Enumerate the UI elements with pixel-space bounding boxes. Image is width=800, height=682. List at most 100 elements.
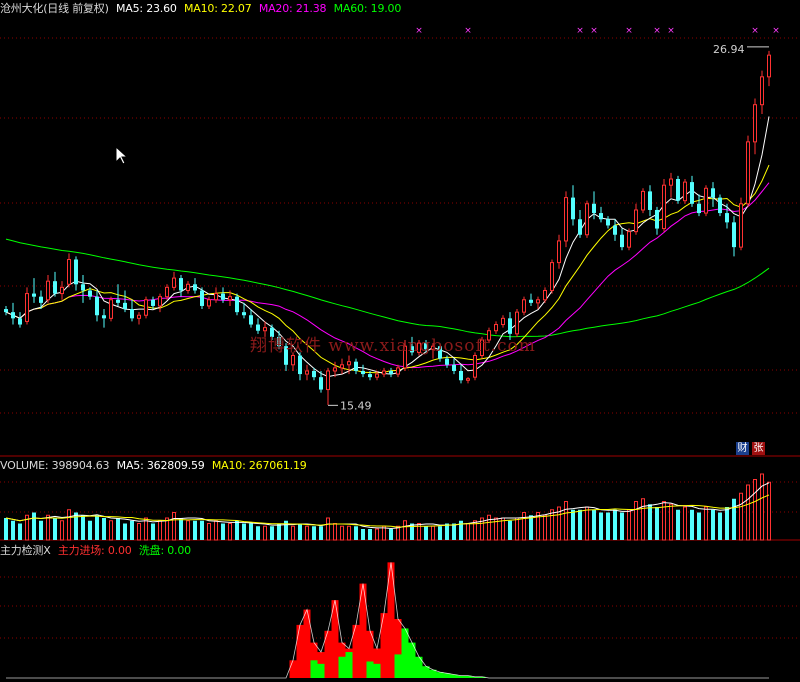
candle-up [158,296,162,307]
volume-bar-down [648,504,652,540]
main-entry-bar [289,660,297,678]
stock-title: 沧州大化(日线 前复权) [0,2,109,15]
candle-up [746,141,750,205]
volume-bar-up [214,520,218,541]
candle-down [81,284,85,291]
candle-down [571,197,575,220]
candle-down [361,370,365,375]
volume-bar-up [683,506,687,541]
volume-bar-down [592,509,596,540]
wash-bar [366,661,374,678]
candle-down [130,309,134,319]
volume-ma10-value: MA10: 267061.19 [211,459,307,472]
volume-bar-up [326,517,330,541]
volume-bar-down [11,520,15,540]
volume-bar-up [466,523,470,541]
candle-down [445,358,449,365]
top-marker: × [751,26,759,36]
candle-up [536,299,540,304]
candle-down [242,312,246,316]
candle-up [473,354,477,378]
volume-ma5-line [5,482,770,530]
candle-up [326,370,330,391]
volume-bar-down [438,526,442,540]
volume-bar-down [711,509,715,540]
volume-bar-down [18,523,22,540]
volume-bar-up [431,525,435,541]
candle-up [704,187,708,214]
volume-bar-down [732,498,736,540]
candle-up [739,203,743,248]
volume-ma10-line [5,494,770,528]
candle-up [550,262,554,291]
volume-bar-down [221,523,225,540]
top-marker: × [667,26,675,36]
volume-bar-down [319,526,323,540]
volume-bar-down [151,523,155,540]
candle-down [18,318,22,325]
volume-bar-down [39,520,43,540]
candle-down [256,324,260,331]
volume-bar-down [354,526,358,540]
volume-bar-down [508,520,512,540]
candle-down [235,296,239,313]
volume-bar-down [718,512,722,540]
volume-bar-up [403,520,407,541]
finance-badge[interactable]: 财 [736,442,749,455]
candle-up [669,178,673,186]
volume-bar-up [109,520,113,541]
volume-bar-down [529,515,533,540]
candle-down [312,370,316,378]
candle-up [662,184,666,230]
volume-bar-up [67,509,71,541]
candle-down [298,355,302,375]
candle-down [151,299,155,306]
volume-value: VOLUME: 398904.63 [0,459,110,472]
candle-up [382,370,386,375]
candle-up [396,367,400,375]
volume-bar-down [200,520,204,540]
volume-bar-up [746,484,750,541]
volume-bar-up [767,481,771,541]
volume-bar-down [102,518,106,540]
volume-bar-down [312,526,316,540]
volume-bar-up [207,523,211,541]
volume-bar-up [669,503,673,541]
volume-bar-up [46,514,50,541]
candle-down [53,281,57,294]
candle-down [578,219,582,235]
top-marker: × [464,26,472,36]
volume-bar-down [571,509,575,540]
candle-down [529,299,533,303]
volume-bar-up [627,509,631,541]
candle-down [193,284,197,291]
wash-bar [373,663,381,678]
candle-down [11,312,15,319]
candle-down [221,293,225,300]
volume-bar-up [739,492,743,541]
candle-down [620,234,624,248]
candle-down [718,197,722,214]
price-header: 沧州大化(日线 前复权) MA5: 23.60 MA10: 22.07 MA20… [0,0,405,16]
ma5-value: MA5: 23.60 [115,2,177,15]
candle-down [655,209,659,229]
volume-bar-up [137,523,141,541]
candle-up [375,373,379,378]
volume-bar-down [81,515,85,540]
volume-bar-down [235,520,239,540]
volume-bar-down [242,523,246,540]
volume-ma5-value: MA5: 362809.59 [116,459,205,472]
volume-bar-up [340,525,344,541]
candle-up [347,361,351,366]
candle-down [123,302,127,310]
candle-down [606,219,610,226]
volume-bar-up [291,525,295,541]
candle-up [466,378,470,381]
volume-bar-down [389,529,393,540]
candle-up [627,231,631,248]
volume-bar-down [123,523,127,540]
volume-bar-down [270,526,274,540]
candle-down [200,290,204,306]
rise-badge[interactable]: 张 [752,442,765,455]
candle-up [522,299,526,313]
